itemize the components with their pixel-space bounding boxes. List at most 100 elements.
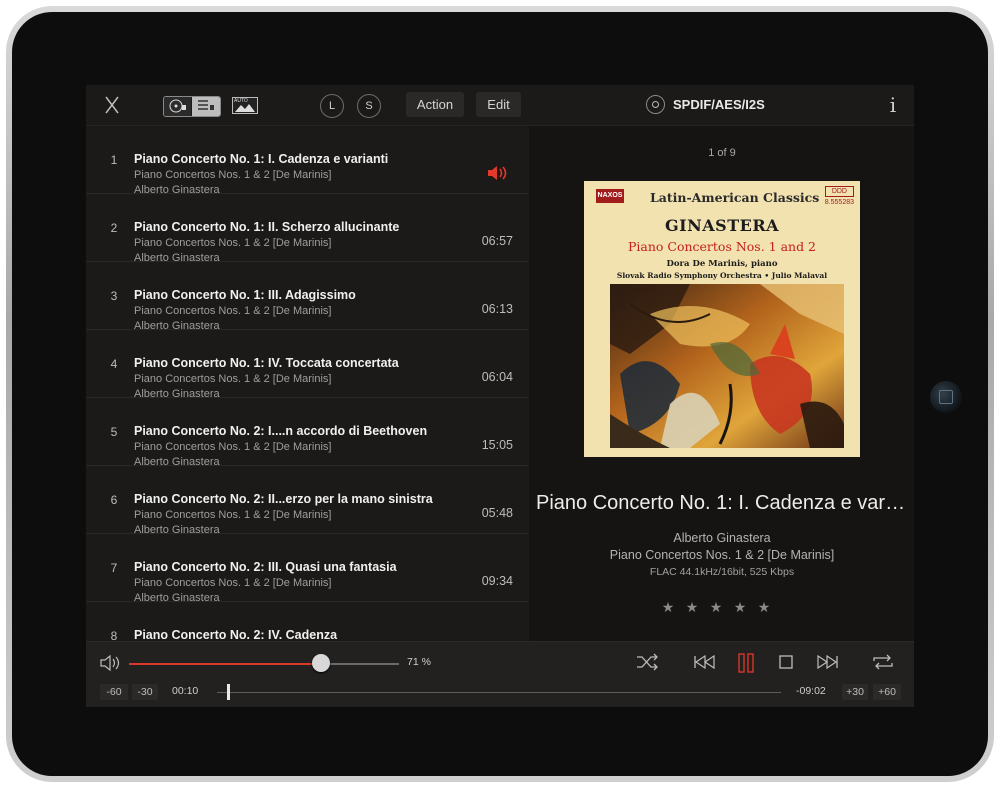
track-duration: 05:48	[481, 506, 513, 520]
previous-button[interactable]	[693, 653, 717, 676]
pause-icon	[738, 653, 754, 673]
track-counter: 1 of 9	[708, 147, 736, 159]
track-number: 1	[110, 153, 118, 167]
track-album: Piano Concertos Nos. 1 & 2 [De Marinis]	[134, 577, 332, 589]
cover-painting	[610, 284, 844, 448]
track-album: Piano Concertos Nos. 1 & 2 [De Marinis]	[134, 169, 332, 181]
track-title: Piano Concerto No. 2: I....n accordo di …	[134, 424, 428, 438]
volume-percent: 71 %	[407, 656, 431, 668]
repeat-button[interactable]	[870, 653, 896, 676]
elapsed-time: 00:10	[172, 685, 199, 697]
track-album: Piano Concertos Nos. 1 & 2 [De Marinis]	[134, 441, 332, 453]
track-row[interactable]: 3 Piano Concerto No. 1: III. Adagissimo …	[86, 262, 529, 332]
remaining-time: -09:02	[796, 685, 826, 697]
next-icon	[817, 654, 838, 670]
track-row[interactable]: 7 Piano Concerto No. 2: III. Quasi una f…	[86, 534, 529, 604]
top-toolbar: AUTO L S Action Edit SPDIF/AES/I2S i	[86, 85, 914, 126]
output-device-label[interactable]: SPDIF/AES/I2S	[673, 97, 765, 112]
skip-forward-60-button[interactable]: +60	[873, 684, 901, 700]
list-icon	[198, 100, 214, 110]
skip-forward-30-button[interactable]: +30	[842, 684, 868, 700]
volume-icon[interactable]	[100, 654, 122, 677]
skip-back-60-button[interactable]: -60	[100, 684, 128, 700]
track-album: Piano Concertos Nos. 1 & 2 [De Marinis]	[134, 305, 332, 317]
skip-back-30-button[interactable]: -30	[132, 684, 158, 700]
transport-bar: 71 % -60 -30 00:10 -09:02 +30 +60	[86, 641, 914, 707]
track-number: 4	[110, 357, 118, 371]
star-icon[interactable]: ★	[708, 599, 724, 615]
star-icon[interactable]: ★	[684, 599, 700, 615]
now-playing-title: Piano Concerto No. 1: I. Cadenza e vari…	[536, 492, 908, 514]
cover-catalog: 8.555283	[824, 199, 854, 206]
track-title: Piano Concerto No. 1: IV. Toccata concer…	[134, 356, 399, 370]
info-button[interactable]: i	[886, 93, 900, 117]
star-icon[interactable]: ★	[660, 599, 676, 615]
track-title: Piano Concerto No. 2: III. Quasi una fan…	[134, 560, 397, 574]
track-number: 2	[110, 221, 118, 235]
track-album: Piano Concertos Nos. 1 & 2 [De Marinis]	[134, 509, 332, 521]
shuffle-icon	[637, 653, 658, 671]
now-playing-artist: Alberto Ginastera	[673, 531, 771, 545]
track-number: 8	[110, 629, 118, 641]
track-duration: 06:04	[481, 370, 513, 384]
track-duration: 06:57	[481, 234, 513, 248]
track-row[interactable]: 8 Piano Concerto No. 2: IV. Cadenza	[86, 602, 529, 641]
volume-slider-track[interactable]	[129, 663, 399, 665]
stop-button[interactable]	[778, 653, 794, 676]
track-album: Piano Concertos Nos. 1 & 2 [De Marinis]	[134, 373, 332, 385]
track-album: Piano Concertos Nos. 1 & 2 [De Marinis]	[134, 237, 332, 249]
album-cover[interactable]: NAXOS Latin-American Classics DDD 8.5552…	[584, 181, 860, 457]
stop-icon	[779, 655, 793, 669]
track-title: Piano Concerto No. 1: II. Scherzo alluci…	[134, 220, 400, 234]
app-screen: AUTO L S Action Edit SPDIF/AES/I2S i 1 P…	[86, 85, 914, 707]
cover-orchestra: Slovak Radio Symphony Orchestra • Julio …	[616, 271, 828, 280]
track-row[interactable]: 2 Piano Concerto No. 1: II. Scherzo allu…	[86, 194, 529, 264]
cover-ddd: DDD	[824, 186, 854, 197]
s-button[interactable]: S	[357, 94, 381, 118]
track-number: 5	[110, 425, 118, 439]
star-icon[interactable]: ★	[756, 599, 772, 615]
next-button[interactable]	[815, 653, 839, 676]
now-playing-album: Piano Concertos Nos. 1 & 2 [De Marinis]	[609, 548, 835, 562]
rating-stars[interactable]: ★ ★ ★ ★ ★	[660, 599, 784, 615]
view-mode-toggle[interactable]	[163, 96, 221, 117]
star-icon[interactable]: ★	[732, 599, 748, 615]
now-playing-speaker-icon	[487, 165, 509, 186]
volume-slider-knob[interactable]	[312, 654, 330, 672]
shuffle-button[interactable]	[636, 653, 660, 676]
volume-slider-fill	[129, 663, 321, 665]
track-title: Piano Concerto No. 2: II...erzo per la m…	[134, 492, 433, 506]
track-title: Piano Concerto No. 1: I. Cadenza e varia…	[134, 152, 389, 166]
track-duration: 09:34	[481, 574, 513, 588]
track-row[interactable]: 5 Piano Concerto No. 2: I....n accordo d…	[86, 398, 529, 468]
track-list: 1 Piano Concerto No. 1: I. Cadenza e var…	[86, 126, 529, 641]
home-button[interactable]	[930, 381, 962, 413]
now-playing-panel: 1 of 9 NAXOS Latin-American Classics DDD…	[530, 126, 914, 641]
track-title: Piano Concerto No. 2: IV. Cadenza	[134, 628, 338, 641]
track-duration: 15:05	[481, 438, 513, 452]
track-row[interactable]: 1 Piano Concerto No. 1: I. Cadenza e var…	[86, 126, 529, 196]
edit-button[interactable]: Edit	[476, 92, 521, 117]
close-icon	[105, 96, 119, 114]
artwork-auto-toggle[interactable]: AUTO	[232, 97, 258, 114]
action-button[interactable]: Action	[406, 92, 464, 117]
cover-performer: Dora De Marinis, piano	[666, 259, 778, 269]
track-row[interactable]: 6 Piano Concerto No. 2: II...erzo per la…	[86, 466, 529, 536]
image-icon	[235, 104, 255, 112]
progress-knob[interactable]	[227, 684, 230, 700]
l-button[interactable]: L	[320, 94, 344, 118]
previous-icon	[694, 654, 715, 670]
disc-icon	[169, 99, 186, 113]
track-number: 3	[110, 289, 118, 303]
track-duration: 06:13	[481, 302, 513, 316]
pause-button[interactable]	[736, 653, 756, 678]
disc-view-tab[interactable]	[164, 97, 191, 116]
list-view-tab[interactable]	[192, 97, 220, 116]
repeat-icon	[873, 654, 893, 670]
track-row[interactable]: 4 Piano Concerto No. 1: IV. Toccata conc…	[86, 330, 529, 400]
now-playing-format: FLAC 44.1kHz/16bit, 525 Kbps	[649, 566, 795, 578]
output-device-icon[interactable]	[646, 95, 665, 114]
cover-series: Latin-American Classics	[650, 190, 820, 205]
close-button[interactable]	[100, 93, 124, 117]
progress-track[interactable]	[217, 692, 781, 693]
